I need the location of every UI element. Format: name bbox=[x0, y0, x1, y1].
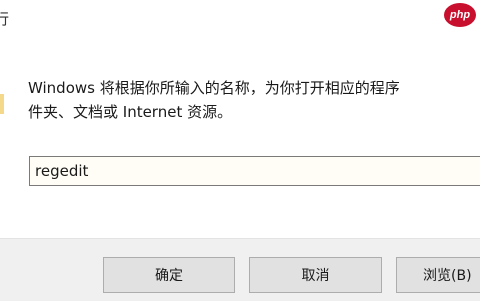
button-bar: 确定 取消 浏览(B) bbox=[0, 238, 480, 301]
cancel-button[interactable]: 取消 bbox=[249, 257, 382, 293]
window-title: 行 bbox=[0, 10, 10, 28]
open-label: ): bbox=[0, 164, 1, 182]
ok-button[interactable]: 确定 bbox=[103, 257, 235, 293]
dialog-content: Windows 将根据你所输入的名称，为你打开相应的程序 件夹、文档或 Inter… bbox=[0, 36, 480, 238]
description-line-1: Windows 将根据你所输入的名称，为你打开相应的程序 bbox=[28, 79, 400, 97]
description-line-2: 件夹、文档或 Internet 资源。 bbox=[28, 103, 233, 121]
browse-button[interactable]: 浏览(B) bbox=[396, 257, 480, 293]
php-watermark-logo: php bbox=[444, 3, 476, 27]
open-input[interactable] bbox=[29, 156, 480, 186]
title-bar: 行 php bbox=[0, 0, 480, 36]
run-icon bbox=[0, 94, 4, 114]
dialog-description: Windows 将根据你所输入的名称，为你打开相应的程序 件夹、文档或 Inter… bbox=[28, 76, 480, 124]
